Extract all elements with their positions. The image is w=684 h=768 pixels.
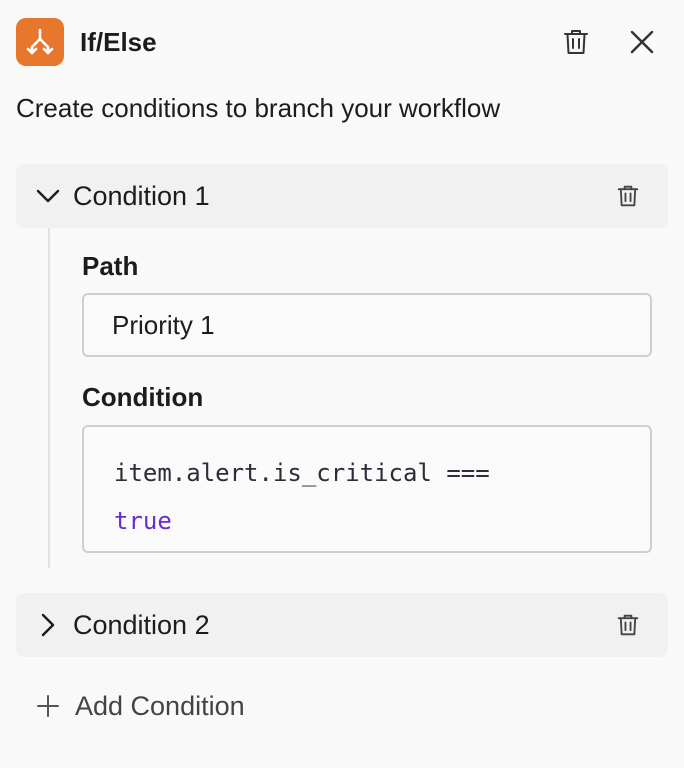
close-icon [630, 30, 654, 54]
code-line-1: item.alert.is_critical === [114, 459, 490, 487]
trash-icon [617, 185, 639, 207]
panel-description: Create conditions to branch your workflo… [16, 93, 501, 123]
chevron-right-icon [36, 613, 60, 637]
plus-icon [36, 694, 60, 718]
delete-condition-2-button[interactable] [612, 609, 644, 641]
close-button[interactable] [624, 24, 660, 60]
chevron-down-icon [36, 184, 60, 208]
condition-1-header[interactable]: Condition 1 [16, 164, 668, 228]
panel-title: If/Else [80, 27, 157, 57]
path-label: Path [82, 251, 139, 281]
code-keyword-true: true [114, 507, 172, 535]
panel-header: If/Else [16, 18, 668, 66]
delete-node-button[interactable] [558, 24, 594, 60]
trash-icon [564, 30, 588, 54]
condition-label: Condition [82, 382, 204, 412]
condition-1-label: Condition 1 [73, 181, 210, 211]
if-else-panel: If/Else Create conditions to branch your… [0, 0, 684, 768]
path-input[interactable] [82, 293, 652, 357]
add-condition-button[interactable]: Add Condition [36, 688, 245, 724]
condition-2-header[interactable]: Condition 2 [16, 593, 668, 657]
condition-1-body-divider [48, 228, 50, 568]
branch-icon [16, 18, 64, 66]
delete-condition-1-button[interactable] [612, 180, 644, 212]
trash-icon [617, 614, 639, 636]
condition-2-label: Condition 2 [73, 610, 210, 640]
condition-code-editor[interactable]: item.alert.is_critical === true [82, 425, 652, 553]
add-condition-label: Add Condition [75, 691, 245, 721]
